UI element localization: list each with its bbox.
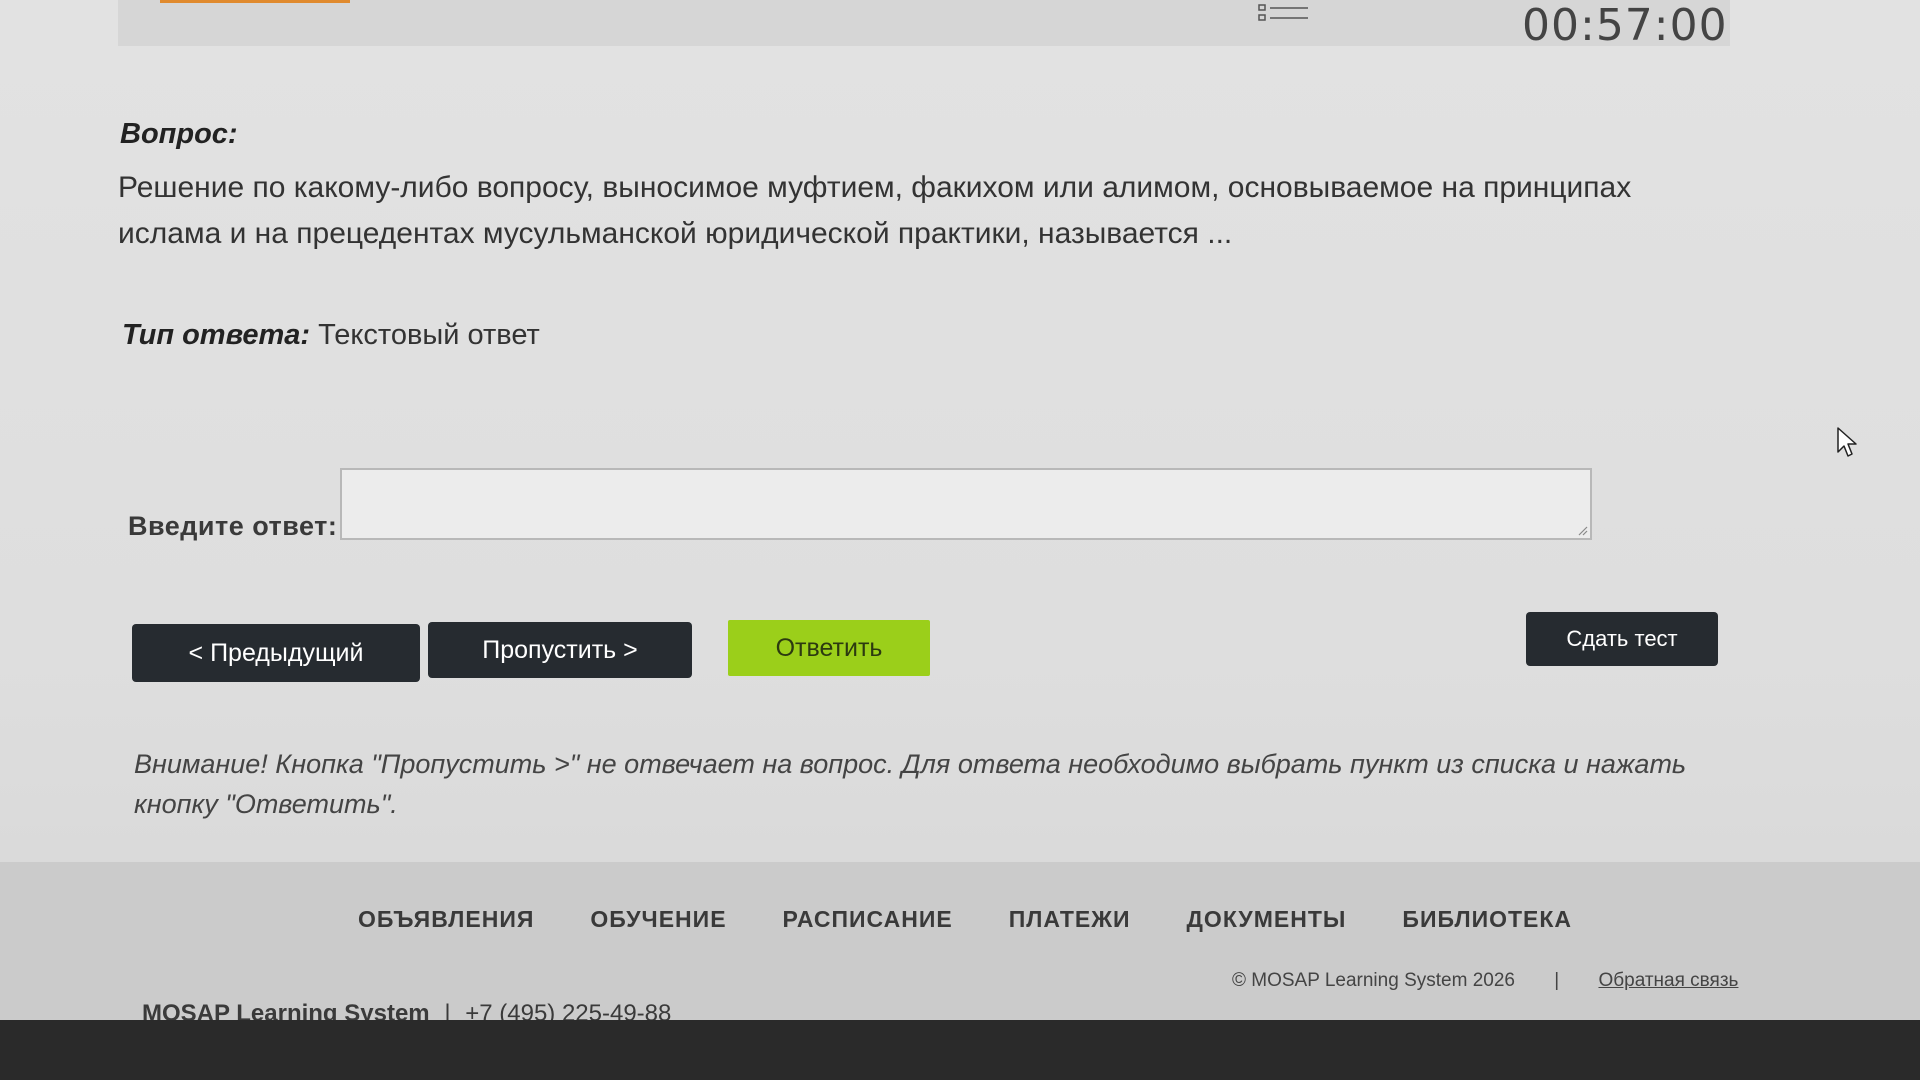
submit-test-button[interactable]: Сдать тест	[1526, 612, 1718, 666]
progress-indicator	[160, 0, 350, 3]
footer-copyright-block: © MOSAP Learning System 2026 | Обратная …	[1232, 970, 1738, 992]
answer-input[interactable]	[340, 468, 1592, 540]
answer-input-label: Введите ответ:	[128, 511, 338, 541]
answer-row: Введите ответ:	[128, 468, 1592, 544]
question-list-icon[interactable]	[1258, 4, 1310, 22]
footer-nav-payments[interactable]: ПЛАТЕЖИ	[1009, 906, 1131, 933]
footer-nav: ОБЪЯВЛЕНИЯ ОБУЧЕНИЕ РАСПИСАНИЕ ПЛАТЕЖИ Д…	[358, 906, 1572, 933]
skip-button[interactable]: Пропустить >	[428, 622, 692, 678]
question-block: Вопрос: Решение по какому-либо вопросу, …	[118, 118, 1730, 352]
answer-type: Тип ответа: Текстовый ответ	[122, 319, 1730, 352]
previous-button[interactable]: < Предыдущий	[132, 624, 420, 682]
footer-nav-announcements[interactable]: ОБЪЯВЛЕНИЯ	[358, 906, 534, 933]
footer-nav-library[interactable]: БИБЛИОТЕКА	[1402, 906, 1572, 933]
feedback-link[interactable]: Обратная связь	[1598, 970, 1738, 991]
answer-type-value: Текстовый ответ	[318, 319, 540, 351]
countdown-timer: 00:57:00	[1522, 0, 1728, 51]
top-strip	[118, 0, 1730, 46]
footer-separator: |	[1554, 970, 1560, 991]
footer-nav-schedule[interactable]: РАСПИСАНИЕ	[783, 906, 953, 933]
answer-button[interactable]: Ответить	[728, 620, 930, 676]
skip-notice: Внимание! Кнопка "Пропустить >" не отвеч…	[134, 749, 1687, 819]
footer-nav-documents[interactable]: ДОКУМЕНТЫ	[1187, 906, 1347, 933]
copyright-text: © MOSAP Learning System 2026	[1232, 970, 1515, 991]
test-page: 00:57:00 Вопрос: Решение по какому-либо …	[0, 0, 1920, 1080]
answer-type-label: Тип ответа:	[122, 319, 311, 351]
footer: ОБЪЯВЛЕНИЯ ОБУЧЕНИЕ РАСПИСАНИЕ ПЛАТЕЖИ Д…	[0, 862, 1920, 1020]
resize-grip-icon[interactable]	[1576, 524, 1588, 536]
question-label: Вопрос:	[120, 118, 238, 150]
question-text: Решение по какому-либо вопросу, выносимо…	[118, 171, 1632, 250]
footer-nav-learning[interactable]: ОБУЧЕНИЕ	[590, 906, 726, 933]
bottom-bar	[0, 1020, 1920, 1080]
mouse-cursor-icon	[1837, 427, 1857, 457]
